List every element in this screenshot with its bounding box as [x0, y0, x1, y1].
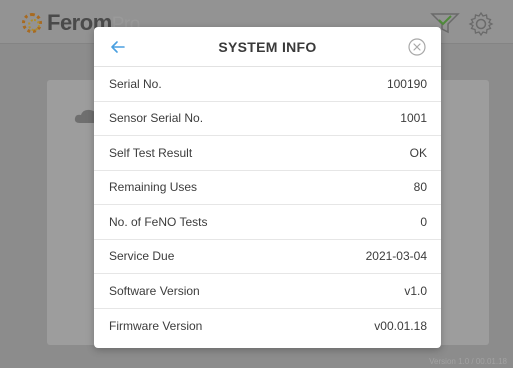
info-value: 100190 — [386, 76, 427, 91]
logo-mark-icon — [22, 13, 42, 33]
info-value: v1.0 — [404, 283, 427, 298]
info-row-service-due: Service Due 2021-03-04 — [94, 240, 441, 274]
info-label: Firmware Version — [109, 318, 203, 333]
info-row-remaining-uses: Remaining Uses 80 — [94, 171, 441, 205]
dialog-header: SYSTEM INFO — [94, 27, 441, 67]
info-value: OK — [409, 145, 427, 160]
gear-icon[interactable] — [468, 11, 494, 42]
info-value: 80 — [413, 180, 427, 195]
close-icon[interactable] — [407, 37, 427, 57]
info-row-feno-tests: No. of FeNO Tests 0 — [94, 205, 441, 240]
system-info-dialog: SYSTEM INFO Serial No. 100190 Sensor Ser… — [94, 27, 441, 348]
info-label: Service Due — [109, 249, 175, 264]
info-label: Self Test Result — [109, 145, 193, 160]
info-row-self-test: Self Test Result OK — [94, 136, 441, 171]
info-row-firmware-version: Firmware Version v00.01.18 — [94, 309, 441, 344]
info-row-sensor-serial: Sensor Serial No. 1001 — [94, 102, 441, 136]
info-value: 2021-03-04 — [365, 249, 427, 264]
info-value: 0 — [420, 214, 427, 229]
info-label: No. of FeNO Tests — [109, 214, 208, 229]
info-value: v00.01.18 — [374, 318, 427, 333]
info-label: Serial No. — [109, 76, 162, 91]
version-label: Version 1.0 / 00.01.18 — [429, 357, 507, 366]
info-label: Sensor Serial No. — [109, 111, 204, 126]
info-row-serial: Serial No. 100190 — [94, 67, 441, 102]
dialog-title: SYSTEM INFO — [218, 39, 317, 55]
info-row-software-version: Software Version v1.0 — [94, 274, 441, 309]
info-label: Software Version — [109, 283, 200, 298]
info-value: 1001 — [400, 111, 427, 126]
info-list: Serial No. 100190 Sensor Serial No. 1001… — [94, 67, 441, 343]
info-label: Remaining Uses — [109, 180, 198, 195]
